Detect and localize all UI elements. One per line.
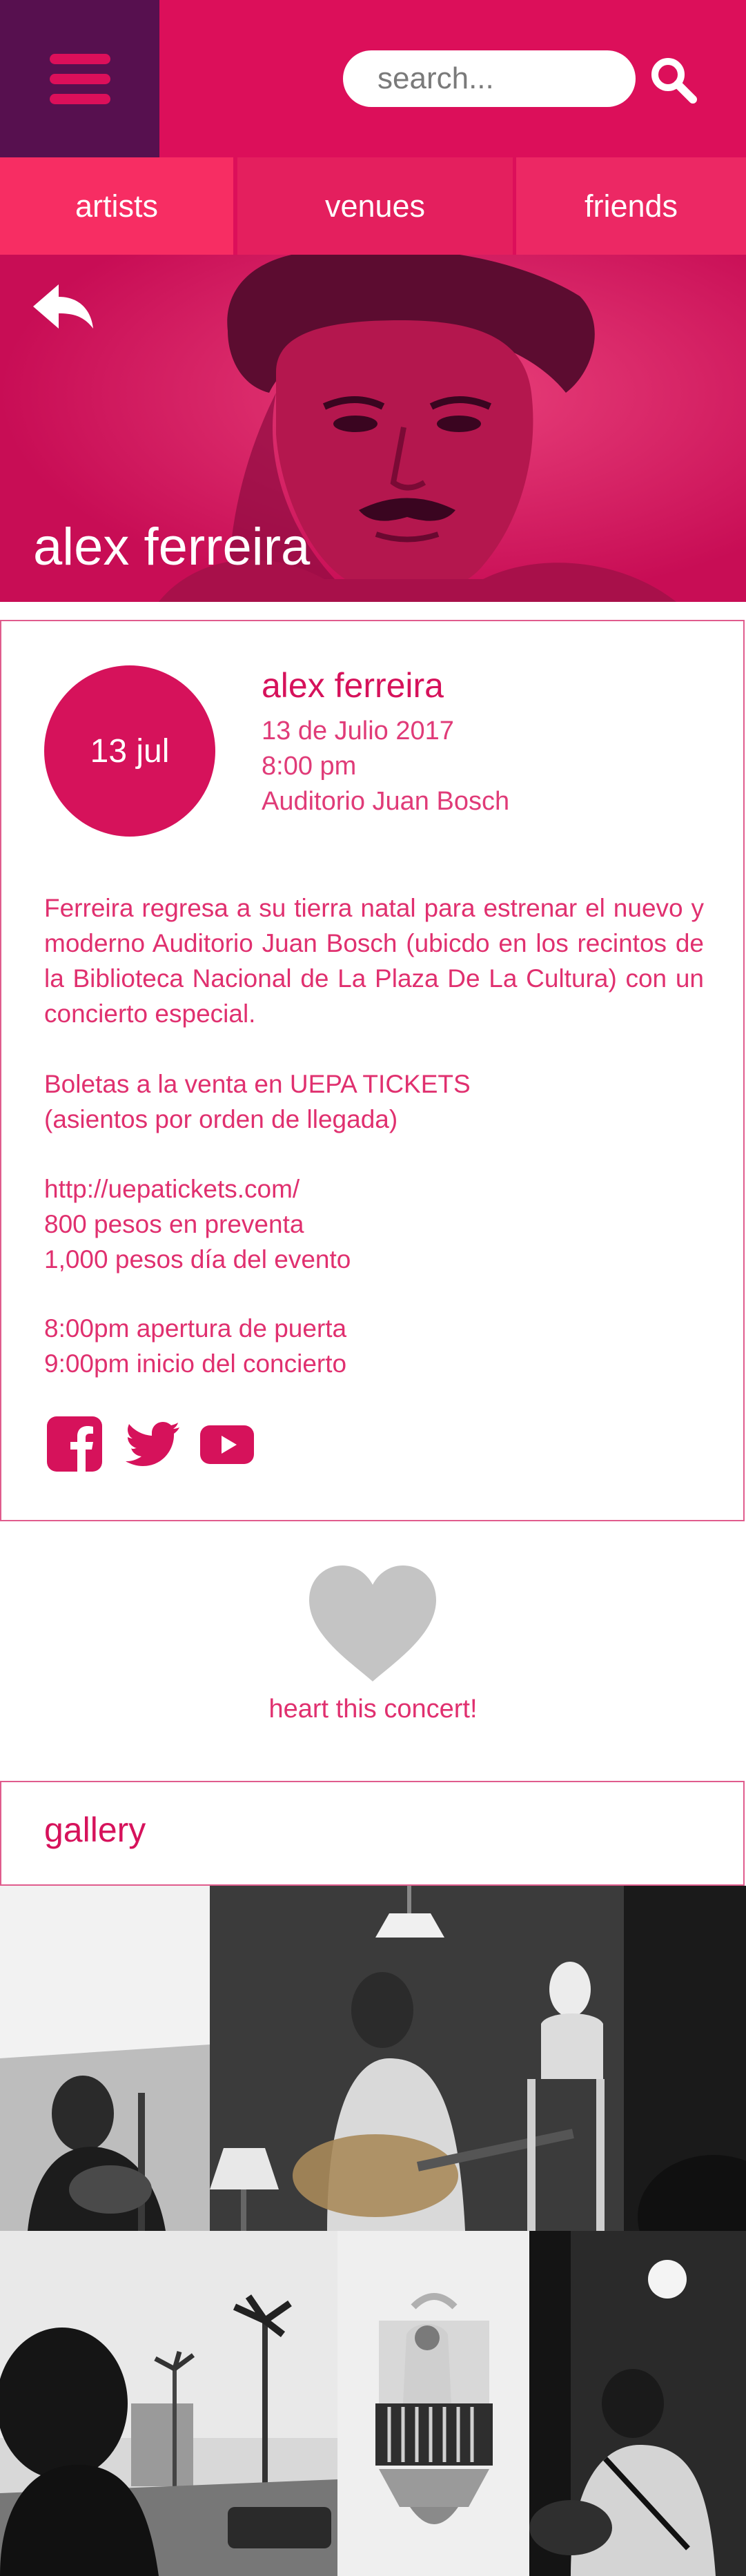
event-artist-name: alex ferreira (262, 666, 444, 705)
artist-hero: alex ferreira (0, 255, 746, 602)
back-arrow-icon[interactable] (28, 279, 97, 334)
ticket-link[interactable]: http://uepatickets.com/ (44, 1171, 351, 1207)
nav-tabs: artists venues friends (0, 157, 746, 255)
tickets-info: Boletas a la venta en UEPA TICKETS (asie… (44, 1066, 471, 1137)
event-date: 13 de Julio 2017 (262, 716, 454, 745)
event-time: 8:00 pm (262, 752, 357, 781)
artist-name-title: alex ferreira (33, 518, 311, 576)
top-bar (0, 0, 746, 157)
event-description: Ferreira regresa a su tierra natal para … (44, 894, 704, 1028)
tab-friends[interactable]: friends (516, 157, 746, 255)
gallery-title: gallery (44, 1811, 146, 1849)
gallery-photo-2[interactable] (210, 1886, 746, 2231)
concert-time: 9:00pm inicio del concierto (44, 1349, 347, 1378)
hamburger-icon-line-2 (50, 74, 110, 84)
doors-time: 8:00pm apertura de puerta (44, 1314, 347, 1343)
price-info: http://uepatickets.com/ 800 pesos en pre… (44, 1171, 351, 1277)
tab-venues[interactable]: venues (237, 157, 513, 255)
event-day-price: 1,000 pesos día del evento (44, 1245, 351, 1274)
event-card: 13 jul alex ferreira 13 de Julio 2017 8:… (0, 620, 745, 1521)
heart-icon[interactable] (309, 1565, 436, 1681)
gallery-header: gallery (0, 1781, 745, 1886)
gallery-photo-3[interactable] (0, 2231, 337, 2576)
facebook-icon[interactable] (47, 1416, 102, 1472)
schedule-info: 8:00pm apertura de puerta 9:00pm inicio … (44, 1311, 346, 1381)
search-icon[interactable] (649, 55, 698, 105)
twitter-icon[interactable] (126, 1422, 179, 1466)
hamburger-icon-line-3 (50, 94, 110, 104)
tickets-line: Boletas a la venta en UEPA TICKETS (44, 1070, 471, 1098)
gallery-photo-1[interactable] (0, 1886, 210, 2231)
event-venue: Auditorio Juan Bosch (262, 787, 510, 816)
tab-artists[interactable]: artists (0, 157, 233, 255)
search-input[interactable] (343, 50, 636, 107)
gallery-photo-4[interactable] (337, 2231, 529, 2576)
date-badge: 13 jul (44, 665, 215, 837)
tickets-note: (asientos por orden de llegada) (44, 1105, 398, 1133)
youtube-icon[interactable] (200, 1425, 254, 1464)
hamburger-icon (50, 54, 110, 64)
gallery-photo-5[interactable] (529, 2231, 746, 2576)
menu-button[interactable] (0, 0, 159, 157)
presale-price: 800 pesos en preventa (44, 1210, 304, 1238)
heart-caption[interactable]: heart this concert! (0, 1695, 746, 1724)
